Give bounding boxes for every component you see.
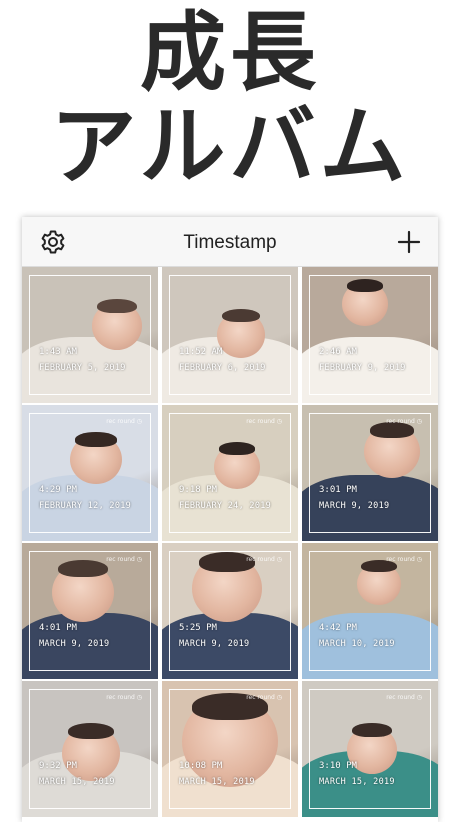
photo-time: 10:08 PM [179, 761, 223, 771]
photo-frame [29, 275, 151, 395]
photo-time: 9:32 PM [39, 761, 77, 771]
watermark-logo: rec round ◷ [386, 556, 422, 563]
photo-tile[interactable]: rec round ◷ 4:01 PM MARCH 9, 2019 [22, 543, 158, 679]
photo-date: FEBRUARY 6, 2019 [179, 363, 266, 373]
photo-tile[interactable]: rec round ◷ 4:42 PM MARCH 10, 2019 [302, 543, 438, 679]
photo-tile[interactable]: rec round ◷ 5:25 PM MARCH 9, 2019 [162, 543, 298, 679]
photo-date: FEBRUARY 9, 2019 [319, 363, 406, 373]
photo-time: 2:46 AM [319, 347, 357, 357]
photo-tile[interactable]: rec round ◷ 9:18 PM FEBRUARY 24, 2019 [162, 405, 298, 541]
photo-date: MARCH 9, 2019 [319, 501, 390, 511]
photo-date: FEBRUARY 5, 2019 [39, 363, 126, 373]
photo-frame [309, 689, 431, 809]
photo-date: MARCH 9, 2019 [179, 639, 250, 649]
watermark-logo: rec round ◷ [246, 556, 282, 563]
photo-tile[interactable]: rec round ◷ 4:29 PM FEBRUARY 12, 2019 [22, 405, 158, 541]
photo-date: FEBRUARY 24, 2019 [179, 501, 272, 511]
photo-tile[interactable]: rec round ◷ 9:32 PM MARCH 15, 2019 [22, 681, 158, 817]
photo-time: 3:10 PM [319, 761, 357, 771]
photo-frame [169, 413, 291, 533]
photo-time: 3:01 PM [319, 485, 357, 495]
photo-tile[interactable]: 11:52 AM FEBRUARY 6, 2019 [162, 267, 298, 403]
app-screen: Timestamp 1:43 AM FEBRUARY 5, 2019 11:52 A… [22, 217, 438, 822]
photo-frame [29, 551, 151, 671]
photo-date: MARCH 15, 2019 [179, 777, 255, 787]
photo-tile[interactable]: rec round ◷ 3:10 PM MARCH 15, 2019 [302, 681, 438, 817]
watermark-logo: rec round ◷ [246, 418, 282, 425]
photo-date: MARCH 15, 2019 [39, 777, 115, 787]
photo-time: 9:18 PM [179, 485, 217, 495]
watermark-logo: rec round ◷ [106, 556, 142, 563]
photo-date: MARCH 15, 2019 [319, 777, 395, 787]
photo-tile[interactable]: 1:43 AM FEBRUARY 5, 2019 [22, 267, 158, 403]
photo-time: 4:42 PM [319, 623, 357, 633]
navigation-bar: Timestamp [22, 217, 438, 267]
watermark-logo: rec round ◷ [246, 694, 282, 701]
plus-icon [397, 230, 421, 254]
photo-time: 1:43 AM [39, 347, 77, 357]
watermark-logo: rec round ◷ [106, 694, 142, 701]
watermark-logo: rec round ◷ [386, 694, 422, 701]
photo-date: MARCH 9, 2019 [39, 639, 110, 649]
nav-title: Timestamp [183, 232, 277, 253]
headline-line-2: アルバム [50, 97, 410, 197]
photo-frame [169, 689, 291, 809]
watermark-logo: rec round ◷ [106, 418, 142, 425]
add-button[interactable] [394, 227, 424, 257]
photo-tile[interactable]: rec round ◷ 3:01 PM MARCH 9, 2019 [302, 405, 438, 541]
photo-frame [29, 689, 151, 809]
watermark-logo: rec round ◷ [386, 418, 422, 425]
photo-tile[interactable]: rec round ◷ 10:08 PM MARCH 15, 2019 [162, 681, 298, 817]
photo-time: 5:25 PM [179, 623, 217, 633]
photo-frame [309, 551, 431, 671]
photo-frame [169, 275, 291, 395]
photo-date: MARCH 10, 2019 [319, 639, 395, 649]
photo-date: FEBRUARY 12, 2019 [39, 501, 132, 511]
photo-frame [169, 551, 291, 671]
headline-line-1: 成長 [140, 3, 320, 103]
photo-frame [29, 413, 151, 533]
photo-time: 4:01 PM [39, 623, 77, 633]
photo-tile[interactable]: 2:46 AM FEBRUARY 9, 2019 [302, 267, 438, 403]
photo-time: 4:29 PM [39, 485, 77, 495]
photo-frame [309, 275, 431, 395]
photo-time: 11:52 AM [179, 347, 223, 357]
photo-frame [309, 413, 431, 533]
